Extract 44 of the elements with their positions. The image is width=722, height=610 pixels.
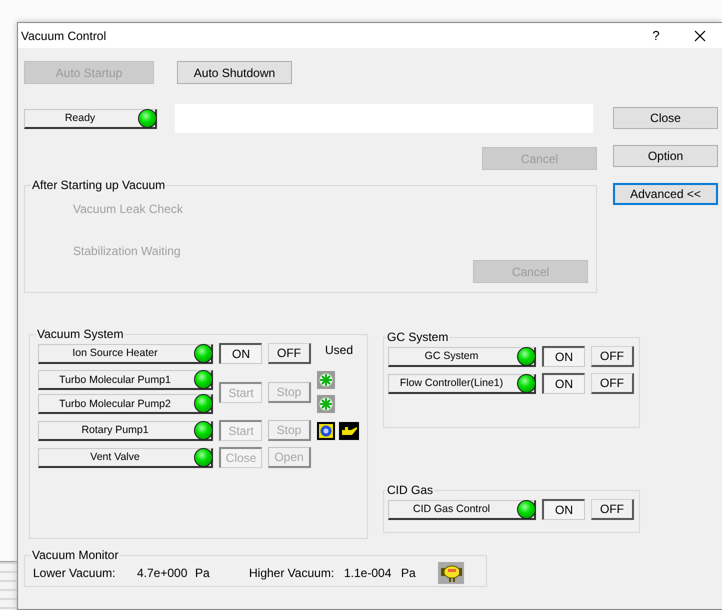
device-button[interactable]: Rotary Pump1 xyxy=(38,420,213,440)
toggle-button[interactable]: OFF xyxy=(591,499,634,520)
toggle-button[interactable]: ON xyxy=(542,346,585,367)
group-title: Vacuum Monitor xyxy=(31,548,120,562)
device-button[interactable]: Turbo Molecular Pump2 xyxy=(38,394,213,414)
device-button[interactable]: Flow Controller(Line1) xyxy=(388,374,536,394)
toggle-button[interactable]: ON xyxy=(542,373,585,394)
fan-icon xyxy=(317,395,335,413)
background-window xyxy=(0,561,17,610)
reading-value: 1.1e-004 xyxy=(344,566,392,580)
device-button[interactable]: CID Gas Control xyxy=(388,500,536,520)
device-button[interactable]: Ion Source Heater xyxy=(38,344,213,364)
group-title: GC System xyxy=(386,330,450,344)
reading-label: Higher Vacuum: xyxy=(249,566,336,580)
toggle-button[interactable]: OFF xyxy=(268,343,311,364)
dialog-button[interactable]: Option xyxy=(613,145,718,167)
status-button[interactable]: Ready xyxy=(24,108,157,128)
reading-value: 4.7e+000 xyxy=(137,566,188,580)
close-icon xyxy=(694,30,706,42)
unit-label: Pa xyxy=(195,566,211,580)
group-title: Vacuum System xyxy=(36,327,124,341)
reading-label: Lower Vacuum: xyxy=(33,566,116,580)
auto-button[interactable]: Auto Shutdown xyxy=(177,61,292,84)
column-label: Used xyxy=(324,343,353,357)
rotor-icon xyxy=(317,422,335,440)
window-title: Vacuum Control xyxy=(21,28,108,42)
gauge-icon xyxy=(438,562,464,584)
dialog-button[interactable]: Advanced << xyxy=(613,183,718,205)
toggle-button[interactable]: ON xyxy=(542,499,585,520)
oil-can-icon xyxy=(339,422,359,440)
toggle-button[interactable]: OFF xyxy=(591,346,634,367)
unit-label: Pa xyxy=(401,566,417,580)
toggle-button[interactable]: OFF xyxy=(591,373,634,394)
step-label: Stabilization Waiting xyxy=(73,244,182,260)
device-button[interactable]: GC System xyxy=(388,346,536,366)
device-button[interactable]: Vent Valve xyxy=(38,448,213,468)
toggle-button[interactable]: ON xyxy=(219,343,262,364)
fan-icon xyxy=(317,371,335,389)
device-button[interactable]: Turbo Molecular Pump1 xyxy=(38,370,213,390)
group-title: After Starting up Vacuum xyxy=(31,178,166,192)
dialog-button[interactable]: Close xyxy=(613,107,718,129)
group-title: CID Gas xyxy=(386,483,434,497)
help-button[interactable]: ? xyxy=(634,23,678,48)
step-label: Vacuum Leak Check xyxy=(73,202,184,218)
